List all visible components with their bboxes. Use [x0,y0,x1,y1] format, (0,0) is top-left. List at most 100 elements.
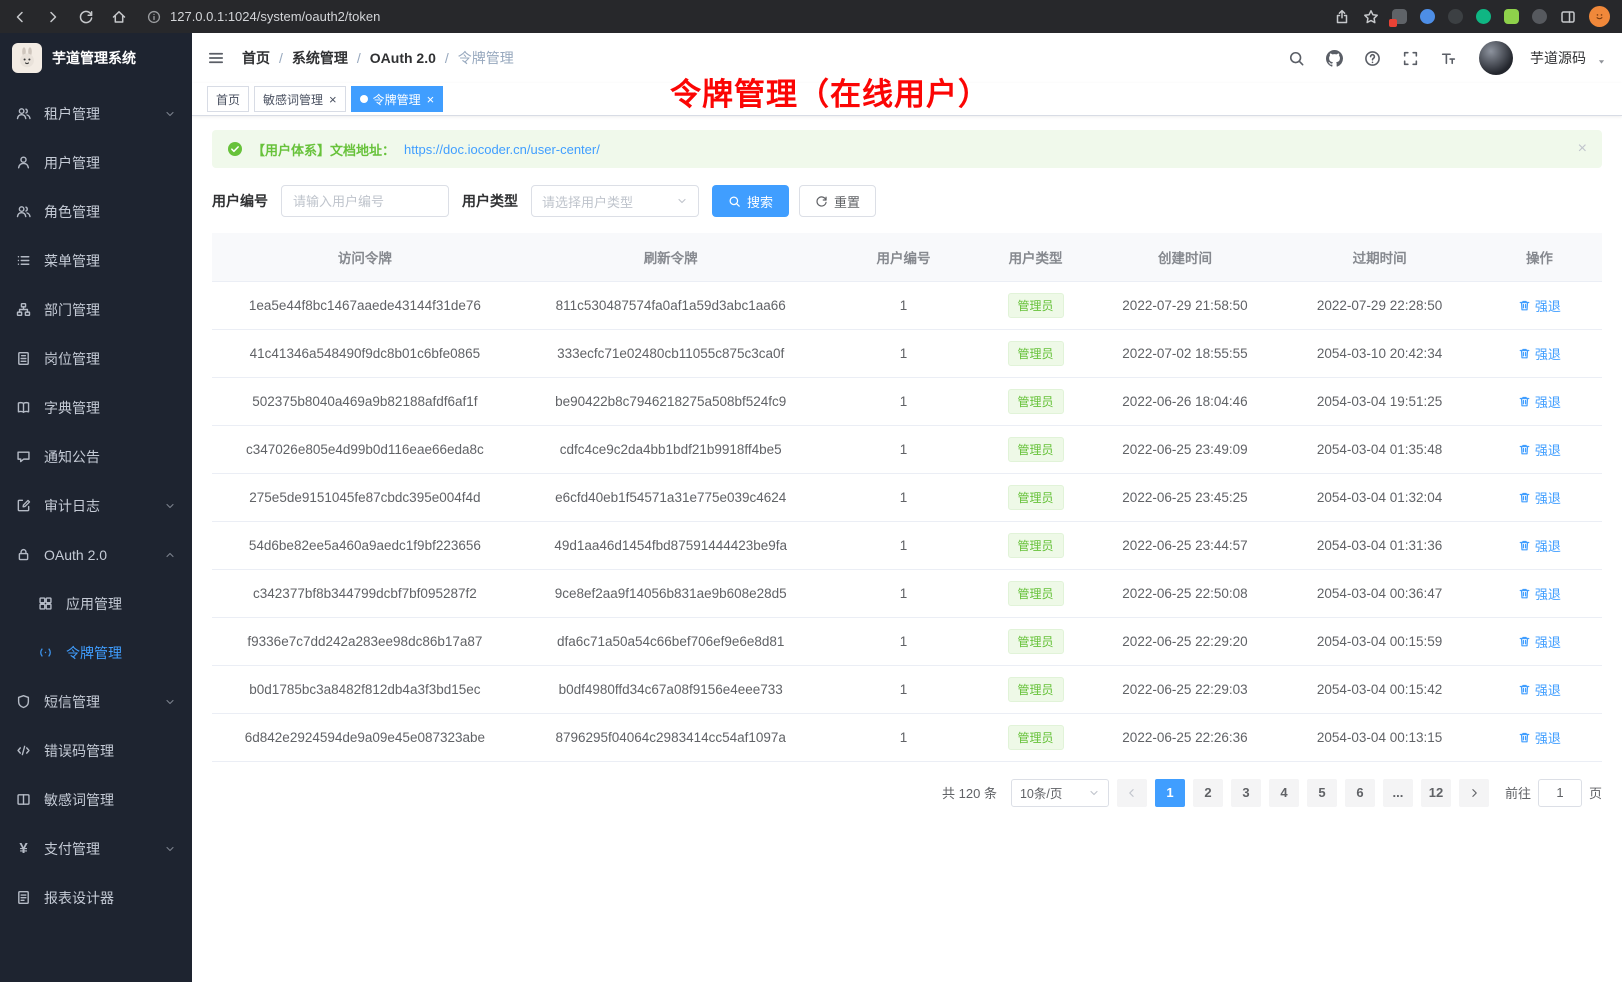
force-logout-button[interactable]: 强退 [1518,488,1561,507]
sidebar-item-tenant[interactable]: 租户管理 [0,89,192,138]
force-logout-button[interactable]: 强退 [1518,440,1561,459]
trash-icon [1518,539,1531,552]
sidebar-item-post[interactable]: 岗位管理 [0,334,192,383]
sidebar-item-label: 用户管理 [44,153,100,173]
sidebar-item-error-code[interactable]: 错误码管理 [0,726,192,775]
sidebar-menu: 租户管理 用户管理 角色管理 菜单管理 部门管理 岗位管理 [0,83,192,982]
sidebar-item-oauth[interactable]: OAuth 2.0 [0,530,192,579]
sidebar-item-user[interactable]: 用户管理 [0,138,192,187]
expire-time-cell: 2054-03-04 00:36:47 [1282,569,1477,617]
sidebar-item-role[interactable]: 角色管理 [0,187,192,236]
sidebar-item-notice[interactable]: 通知公告 [0,432,192,481]
extension-icon[interactable] [1504,9,1519,24]
extension-icon[interactable] [1476,9,1491,24]
site-info-icon[interactable] [147,10,161,24]
force-logout-button[interactable]: 强退 [1518,536,1561,555]
help-button[interactable] [1357,43,1387,73]
expire-time-cell: 2054-03-04 00:15:59 [1282,617,1477,665]
search-button[interactable]: 搜索 [712,185,789,217]
browser-toolbar: 127.0.0.1:1024/system/oauth2/token [0,0,1622,33]
user-type-cell: 管理员 [983,329,1087,377]
next-page-button[interactable] [1459,779,1489,807]
page-button-5[interactable]: 5 [1307,779,1337,807]
collapse-sidebar-icon[interactable] [207,49,225,67]
tab-home[interactable]: 首页 [207,86,249,112]
user-type-cell: 管理员 [983,473,1087,521]
user-id-input[interactable] [281,185,449,217]
extension-icon[interactable] [1448,9,1463,24]
close-icon[interactable]: × [329,93,337,106]
bookmark-star-icon[interactable] [1363,9,1379,25]
chevron-down-icon [164,696,176,708]
page-button-1[interactable]: 1 [1155,779,1185,807]
header-search-button[interactable] [1281,43,1311,73]
page-ellipsis-button[interactable]: ... [1383,779,1413,807]
column-header-user-type: 用户类型 [983,233,1087,281]
force-logout-button[interactable]: 强退 [1518,632,1561,651]
sidebar-item-dict[interactable]: 字典管理 [0,383,192,432]
user-name[interactable]: 芋道源码 [1530,48,1586,68]
extension-icon[interactable] [1532,9,1547,24]
sidebar-item-payment[interactable]: ¥ 支付管理 [0,824,192,873]
user-type-select[interactable]: 请选择用户类型 [531,185,699,217]
sidebar-item-sms[interactable]: 短信管理 [0,677,192,726]
extension-icon[interactable] [1420,9,1435,24]
reset-button[interactable]: 重置 [799,185,876,217]
smiley-icon [1593,10,1606,23]
sidebar-item-dept[interactable]: 部门管理 [0,285,192,334]
force-logout-button[interactable]: 强退 [1518,344,1561,363]
sidebar-item-sensitive-words[interactable]: 敏感词管理 [0,775,192,824]
force-logout-button[interactable]: 强退 [1518,728,1561,747]
org-tree-icon [16,302,31,317]
sidebar-item-report-designer[interactable]: 报表设计器 [0,873,192,922]
app-logo[interactable]: 芋道管理系统 [0,33,192,83]
close-icon[interactable]: × [1578,140,1587,158]
page-button-6[interactable]: 6 [1345,779,1375,807]
browser-profile-avatar[interactable] [1589,6,1610,27]
force-logout-button[interactable]: 强退 [1518,584,1561,603]
sidebar-subitem-token-management[interactable]: 令牌管理 [0,628,192,677]
user-id-cell: 1 [824,425,984,473]
extension-icon[interactable] [1392,9,1407,24]
share-icon[interactable] [1334,9,1350,25]
caret-down-icon[interactable] [1596,56,1607,67]
browser-actions [1334,6,1610,27]
force-logout-label: 强退 [1535,728,1561,747]
breadcrumb-item-token: 令牌管理 [458,48,514,68]
github-button[interactable] [1319,43,1349,73]
tab-sensitive-words[interactable]: 敏感词管理 × [254,86,346,112]
sidebar-item-menu[interactable]: 菜单管理 [0,236,192,285]
force-logout-button[interactable]: 强退 [1518,392,1561,411]
force-logout-button[interactable]: 强退 [1518,296,1561,315]
home-icon[interactable] [111,9,127,25]
user-avatar[interactable] [1479,41,1513,75]
breadcrumb-item-home[interactable]: 首页 [242,48,270,68]
breadcrumb-item-system[interactable]: 系统管理 [292,48,348,68]
font-size-button[interactable] [1433,43,1463,73]
sidebar-item-audit-log[interactable]: 审计日志 [0,481,192,530]
fullscreen-button[interactable] [1395,43,1425,73]
page-size-select[interactable]: 10条/页 [1011,779,1109,807]
close-icon[interactable]: × [427,93,435,106]
force-logout-button[interactable]: 强退 [1518,680,1561,699]
tab-token-management[interactable]: 令牌管理 × [351,86,444,112]
split-screen-icon[interactable] [1560,9,1576,25]
document-icon [16,890,31,905]
success-check-icon [227,141,243,157]
refresh-icon[interactable] [78,9,94,25]
forward-icon[interactable] [45,9,61,25]
page-button-3[interactable]: 3 [1231,779,1261,807]
page-button-4[interactable]: 4 [1269,779,1299,807]
prev-page-button[interactable] [1117,779,1147,807]
table-row: b0d1785bc3a8482f812db4a3f3bd15ec b0df498… [212,665,1602,713]
breadcrumb-item-oauth[interactable]: OAuth 2.0 [370,50,436,66]
doc-link[interactable]: https://doc.iocoder.cn/user-center/ [404,142,600,157]
page-button-12[interactable]: 12 [1421,779,1451,807]
address-bar[interactable]: 127.0.0.1:1024/system/oauth2/token [147,9,1334,24]
sidebar-subitem-app-management[interactable]: 应用管理 [0,579,192,628]
page-button-2[interactable]: 2 [1193,779,1223,807]
back-icon[interactable] [12,9,28,25]
force-logout-label: 强退 [1535,440,1561,459]
jump-page-input[interactable] [1538,779,1582,807]
breadcrumb: 首页 / 系统管理 / OAuth 2.0 / 令牌管理 [242,48,514,68]
